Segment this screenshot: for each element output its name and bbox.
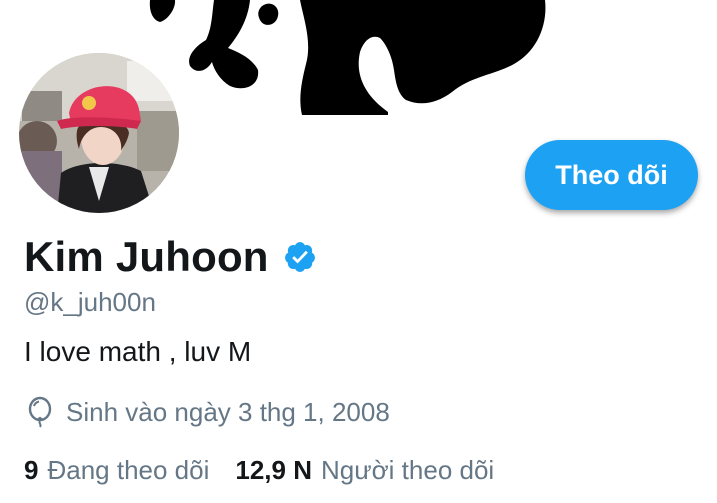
profile-birthdate: Sinh vào ngày 3 thg 1, 2008 [24, 396, 390, 428]
verified-badge-icon [283, 240, 317, 274]
followers-label: Người theo dõi [320, 455, 495, 485]
birthdate-text: Sinh vào ngày 3 thg 1, 2008 [66, 396, 390, 427]
following-stat[interactable]: 9 Đang theo dõi [24, 455, 209, 486]
avatar-photo [19, 53, 179, 213]
follow-button[interactable]: Theo dõi [525, 140, 698, 210]
profile-avatar[interactable] [17, 51, 181, 215]
balloon-icon [24, 396, 56, 428]
following-count: 9 [24, 455, 39, 485]
profile-stats: 9 Đang theo dõi 12,9 N Người theo dõi [24, 455, 494, 486]
profile-bio: I love math , luv M [24, 336, 252, 367]
profile-name-row: Kim Juhoon [24, 233, 317, 281]
profile-handle: @k_juh00n [24, 287, 156, 317]
following-label: Đang theo dõi [47, 455, 210, 485]
profile-name: Kim Juhoon [24, 233, 269, 280]
followers-stat[interactable]: 12,9 N Người theo dõi [235, 455, 494, 486]
followers-count: 12,9 N [235, 455, 312, 485]
